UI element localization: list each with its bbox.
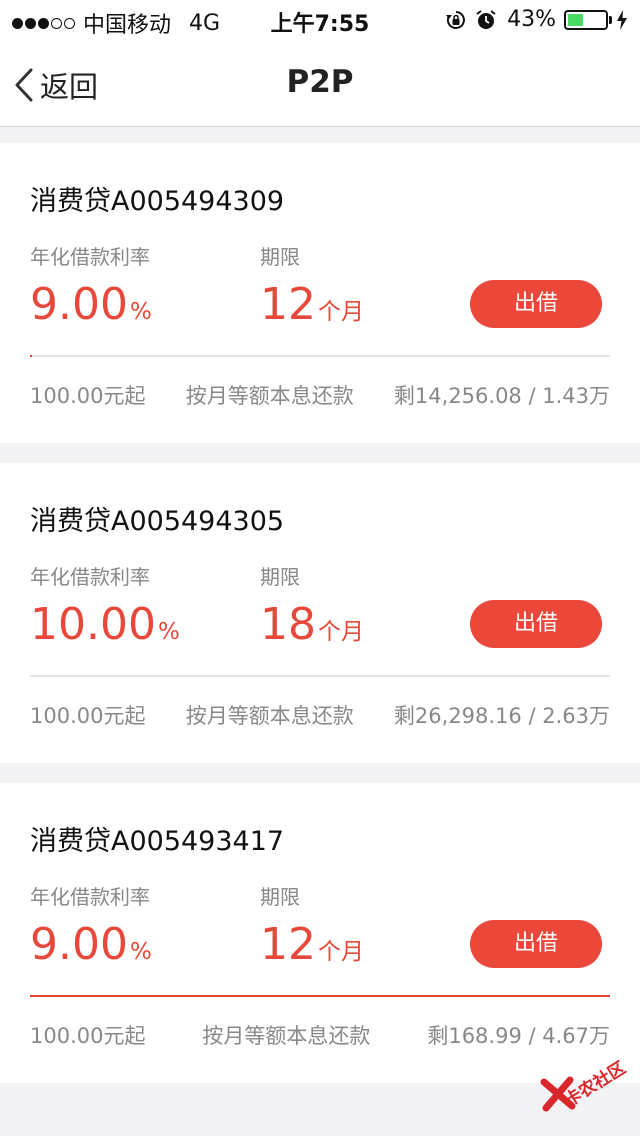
alarm-icon [475,9,497,31]
rate-value: 9.00% [30,279,152,330]
rotation-lock-icon [445,9,467,31]
progress-fill [30,355,32,357]
lend-button[interactable]: 出借 [470,280,602,328]
term-label: 期限 [260,885,300,909]
loan-name: 消费贷A005493417 [30,826,285,857]
remaining-amount: 剩168.99 / 4.67万 [427,1024,610,1048]
min-amount: 100.00元起 [30,384,146,408]
term-number: 18 [260,599,316,650]
rate-label: 年化借款利率 [30,245,150,269]
min-amount: 100.00元起 [30,704,146,728]
rate-unit: % [129,939,152,965]
status-right: 43% [437,7,628,32]
loan-card[interactable]: 消费贷A005493417 年化借款利率 期限 9.00% 12个月 出借 10… [0,783,640,1083]
lend-button[interactable]: 出借 [470,600,602,648]
term-unit: 个月 [318,299,364,325]
loan-card[interactable]: 消费贷A005494309 年化借款利率 期限 9.00% 12个月 出借 10… [0,143,640,443]
repayment-method: 按月等额本息还款 [185,704,354,728]
loan-info: 100.00元起 按月等额本息还款 剩14,256.08 / 1.43万 [30,380,610,410]
status-bar: 中国移动 4G 上午7:55 43% [0,0,640,40]
rate-unit: % [129,299,152,325]
battery-level [568,13,584,26]
repayment-method: 按月等额本息还款 [202,1024,371,1048]
battery-cap [609,15,612,24]
loan-list: 消费贷A005494309 年化借款利率 期限 9.00% 12个月 出借 10… [0,143,640,1103]
rate-value: 10.00% [30,599,180,650]
term-label: 期限 [260,565,300,589]
rate-value: 9.00% [30,919,152,970]
rate-unit: % [157,619,180,645]
progress-fill [30,995,610,997]
nav-bar: 返回 P2P [0,40,640,127]
remaining-amount: 剩26,298.16 / 2.63万 [393,704,610,728]
rate-number: 9.00 [30,919,128,970]
term-unit: 个月 [318,939,364,965]
loan-name: 消费贷A005494305 [30,506,285,537]
loan-info: 100.00元起 按月等额本息还款 剩168.99 / 4.67万 [30,1020,610,1050]
remaining-amount: 剩14,256.08 / 1.43万 [393,384,610,408]
loan-card[interactable]: 消费贷A005494305 年化借款利率 期限 10.00% 18个月 出借 1… [0,463,640,763]
battery-icon [564,9,608,30]
term-number: 12 [260,279,316,330]
loan-info: 100.00元起 按月等额本息还款 剩26,298.16 / 2.63万 [30,700,610,730]
rate-number: 10.00 [30,599,156,650]
rate-label: 年化借款利率 [30,885,150,909]
charging-bolt-icon [616,9,628,31]
rate-number: 9.00 [30,279,128,330]
term-label: 期限 [260,245,300,269]
term-value: 12个月 [260,919,364,970]
loan-name: 消费贷A005494309 [30,186,285,217]
term-number: 12 [260,919,316,970]
progress-bar [30,675,610,677]
min-amount: 100.00元起 [30,1024,146,1048]
term-unit: 个月 [318,619,364,645]
progress-bar [30,355,610,357]
rate-label: 年化借款利率 [30,565,150,589]
battery-percent: 43% [507,7,556,32]
progress-bar [30,995,610,997]
term-value: 12个月 [260,279,364,330]
term-value: 18个月 [260,599,364,650]
page-title: P2P [286,64,354,100]
lend-button[interactable]: 出借 [470,920,602,968]
repayment-method: 按月等额本息还款 [185,384,354,408]
